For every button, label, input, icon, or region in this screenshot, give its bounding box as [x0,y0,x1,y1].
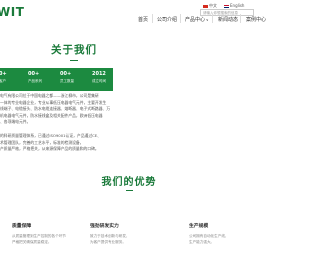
stat-customers: 0+ 客户 [0,71,7,83]
advantage-card-quality: 质量保障 从质量管理到生产控制的各个环节 严格把关确保质量稳定。 [12,224,66,244]
china-flag-icon [203,4,208,8]
nav-divider [212,14,213,23]
advantage-card-production: 生产规模 公司拥有自动化生产线， 生产能力强大。 [189,224,229,244]
chevron-down-icon: ∨ [206,18,209,22]
title-underline [70,60,78,61]
stat-founded: 2012 成立时间 [92,71,106,83]
uk-flag-icon [224,4,229,8]
nav-cases[interactable]: 案例中心 [246,16,266,23]
nav-company-intro[interactable]: 公司介绍 [157,16,177,23]
stats-panel: 0+ 客户 00+ 产品系列 00+ 员工数量 2012 成立时间 [0,68,113,91]
nav-news[interactable]: 新闻动态 [218,16,238,23]
advantage-card-rnd: 强劲研发实力 致力于技术创新与研发， 为客户提供专业服务。 [90,224,130,244]
nav-divider [240,14,241,23]
search-input[interactable]: 请输入你想搜索的信息 [200,9,254,16]
about-title: 关于我们 [51,44,97,56]
nav-home[interactable]: 首页 [138,16,148,23]
stat-product-series: 00+ 产品系列 [28,71,42,83]
stat-employees: 00+ 员工数量 [60,71,74,83]
title-underline [126,190,133,191]
nav-divider [152,14,153,23]
about-paragraph-1: 电气有限公司位于中国电器之都——浙江柳市，公司是集研 一体的专业电器企业，专业从… [0,93,111,125]
about-paragraph-2: 的科研质量管理体系，已通过ISO9001认证，产品通过CE、 术管理团队，完善的… [0,133,101,152]
company-logo[interactable]: WIT [0,5,24,19]
nav-divider [180,14,181,23]
header: WIT 中文 English 请输入你想搜索的信息 首页 公司介绍 产品中心∨ … [0,0,266,38]
advantages-title: 我们的优势 [101,177,157,188]
nav-products[interactable]: 产品中心∨ [185,16,209,23]
lang-en-link[interactable]: English [224,3,244,8]
